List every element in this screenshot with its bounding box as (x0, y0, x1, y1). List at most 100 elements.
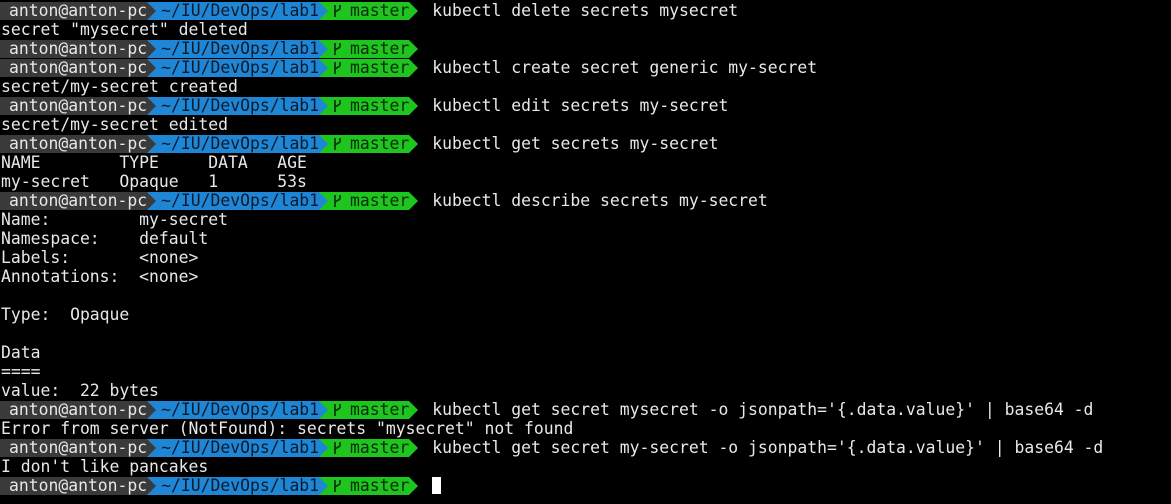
prompt-directory: ~/IU/DevOps/lab1 (156, 476, 320, 495)
prompt-user-host: anton@anton-pc (0, 191, 148, 210)
command-text: kubectl delete secrets mysecret (432, 1, 739, 20)
prompt-user-host: anton@anton-pc (0, 476, 148, 495)
prompt-directory: ~/IU/DevOps/lab1 (156, 191, 320, 210)
powerline-separator (147, 39, 157, 58)
prompt-branch: master (350, 133, 410, 153)
powerline-separator (409, 58, 419, 77)
prompt-directory: ~/IU/DevOps/lab1 (156, 438, 320, 457)
output-line: Data (1, 343, 41, 362)
prompt-branch: master (350, 399, 410, 419)
prompt-branch: master (350, 38, 410, 58)
prompt-branch: master (350, 0, 410, 20)
command-text: kubectl edit secrets my-secret (432, 96, 729, 115)
git-branch-icon (333, 42, 342, 56)
powerline-separator (147, 191, 157, 210)
command-text: kubectl get secret mysecret -o jsonpath=… (432, 400, 1094, 419)
command-text: kubectl get secrets my-secret (432, 134, 719, 153)
git-branch-icon (333, 403, 342, 417)
prompt-git-segment: master (328, 57, 410, 77)
prompt-line: anton@anton-pc ~/IU/DevOps/lab1 master kub… (0, 1, 1171, 20)
command-text: kubectl get secret my-secret -o jsonpath… (432, 438, 1104, 457)
git-branch-icon (333, 61, 342, 75)
prompt: anton@anton-pc ~/IU/DevOps/lab1 master (0, 95, 419, 115)
prompt-directory: ~/IU/DevOps/lab1 (156, 134, 320, 153)
powerline-separator (319, 96, 329, 115)
prompt-directory: ~/IU/DevOps/lab1 (156, 96, 320, 115)
prompt: anton@anton-pc ~/IU/DevOps/lab1 master (0, 38, 419, 58)
prompt-line-active[interactable]: anton@anton-pc ~/IU/DevOps/lab1 master (0, 476, 1171, 495)
git-branch-icon (333, 4, 342, 18)
prompt-line: anton@anton-pc ~/IU/DevOps/lab1 master kub… (0, 58, 1171, 77)
output-line: secret/my-secret created (1, 77, 238, 96)
output-line: Name: my-secret (1, 210, 228, 229)
prompt-line: anton@anton-pc ~/IU/DevOps/lab1 master kub… (0, 191, 1171, 210)
prompt-line: anton@anton-pc ~/IU/DevOps/lab1 master kub… (0, 96, 1171, 115)
prompt-user-host: anton@anton-pc (0, 39, 148, 58)
prompt: anton@anton-pc ~/IU/DevOps/lab1 master (0, 475, 419, 495)
powerline-separator (319, 400, 329, 419)
powerline-separator (147, 96, 157, 115)
prompt-branch: master (350, 475, 410, 495)
prompt-git-segment: master (328, 38, 410, 58)
prompt-directory: ~/IU/DevOps/lab1 (156, 39, 320, 58)
powerline-separator (147, 438, 157, 457)
powerline-separator (147, 476, 157, 495)
terminal-cursor[interactable] (432, 477, 442, 494)
output-line: value: 22 bytes (1, 381, 159, 400)
prompt: anton@anton-pc ~/IU/DevOps/lab1 master (0, 57, 419, 77)
output-line: Labels: <none> (1, 248, 199, 267)
prompt-line: anton@anton-pc ~/IU/DevOps/lab1 master kub… (0, 438, 1171, 457)
prompt-branch: master (350, 437, 410, 457)
prompt-branch: master (350, 190, 410, 210)
powerline-separator (409, 1, 419, 20)
prompt-line: anton@anton-pc ~/IU/DevOps/lab1 master (0, 39, 1171, 58)
output-line: secret "mysecret" deleted (1, 20, 248, 39)
prompt-user-host: anton@anton-pc (0, 58, 148, 77)
git-branch-icon (333, 99, 342, 113)
prompt-git-segment: master (328, 437, 410, 457)
powerline-separator (319, 1, 329, 20)
output-line: Namespace: default (1, 229, 209, 248)
powerline-separator (319, 134, 329, 153)
terminal-window[interactable]: anton@anton-pc ~/IU/DevOps/lab1 master kub… (0, 0, 1171, 504)
powerline-separator (409, 96, 419, 115)
powerline-separator (409, 191, 419, 210)
prompt: anton@anton-pc ~/IU/DevOps/lab1 master (0, 437, 419, 457)
prompt-user-host: anton@anton-pc (0, 96, 148, 115)
prompt-user-host: anton@anton-pc (0, 134, 148, 153)
prompt: anton@anton-pc ~/IU/DevOps/lab1 master (0, 0, 419, 20)
powerline-separator (147, 1, 157, 20)
powerline-separator (409, 400, 419, 419)
powerline-separator (409, 39, 419, 58)
powerline-separator (147, 400, 157, 419)
git-branch-icon (333, 441, 342, 455)
prompt-git-segment: master (328, 190, 410, 210)
output-line: Type: Opaque (1, 305, 130, 324)
powerline-separator (147, 58, 157, 77)
prompt-user-host: anton@anton-pc (0, 400, 148, 419)
prompt-directory: ~/IU/DevOps/lab1 (156, 400, 320, 419)
git-branch-icon (333, 194, 342, 208)
prompt-directory: ~/IU/DevOps/lab1 (156, 58, 320, 77)
prompt-branch: master (350, 57, 410, 77)
powerline-separator (319, 476, 329, 495)
powerline-separator (409, 438, 419, 457)
output-line: secret/my-secret edited (1, 115, 228, 134)
git-branch-icon (333, 137, 342, 151)
powerline-separator (409, 476, 419, 495)
powerline-separator (319, 438, 329, 457)
prompt-line: anton@anton-pc ~/IU/DevOps/lab1 master kub… (0, 400, 1171, 419)
output-line: I don't like pancakes (1, 457, 209, 476)
table-row: my-secret Opaque 1 53s (1, 172, 307, 191)
command-text: kubectl describe secrets my-secret (432, 191, 768, 210)
powerline-separator (319, 39, 329, 58)
prompt-branch: master (350, 95, 410, 115)
command-text: kubectl create secret generic my-secret (432, 58, 818, 77)
prompt-user-host: anton@anton-pc (0, 438, 148, 457)
prompt: anton@anton-pc ~/IU/DevOps/lab1 master (0, 133, 419, 153)
output-line: ==== (1, 362, 41, 381)
prompt-git-segment: master (328, 133, 410, 153)
prompt-git-segment: master (328, 95, 410, 115)
